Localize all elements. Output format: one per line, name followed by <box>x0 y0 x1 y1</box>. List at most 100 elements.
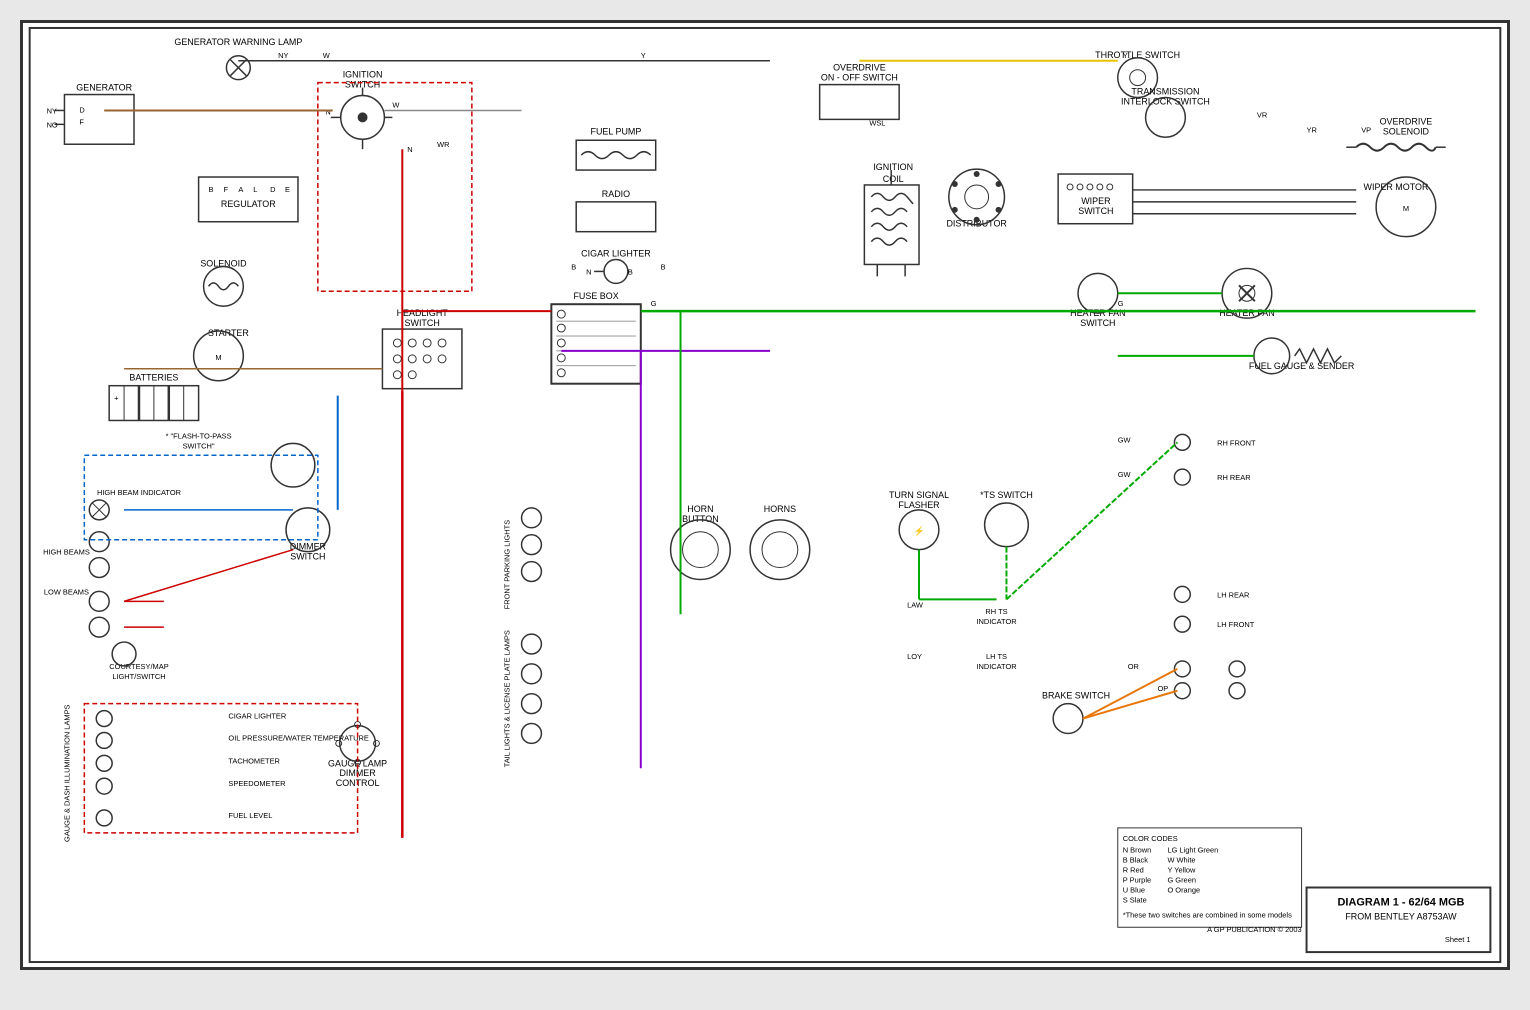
svg-text:Y Yellow: Y Yellow <box>1167 866 1196 875</box>
horn-button-label: HORN <box>687 504 713 514</box>
svg-text:W: W <box>392 100 399 109</box>
svg-text:W: W <box>323 51 330 60</box>
svg-text:SWITCH: SWITCH <box>405 318 440 328</box>
svg-text:L: L <box>253 185 257 194</box>
svg-text:LIGHT/SWITCH: LIGHT/SWITCH <box>112 672 165 681</box>
svg-text:WR: WR <box>437 140 450 149</box>
svg-text:ON - OFF SWITCH: ON - OFF SWITCH <box>821 73 898 83</box>
svg-text:G: G <box>1118 299 1124 308</box>
overdrive-solenoid-label: OVERDRIVE <box>1380 116 1433 126</box>
svg-text:SOLENOID: SOLENOID <box>1383 126 1430 136</box>
generator-warning-lamp-label: GENERATOR WARNING LAMP <box>174 37 302 47</box>
svg-text:SWITCH: SWITCH <box>1078 206 1113 216</box>
ignition-switch-label: IGNITION <box>343 70 383 80</box>
wiring-diagram: GENERATOR WARNING LAMP GENERATOR D F N Y … <box>20 20 1510 970</box>
oil-temp-label: OIL PRESSURE/WATER TEMPERATURE <box>228 733 368 742</box>
svg-text:D: D <box>270 185 276 194</box>
generator-label: GENERATOR <box>76 83 132 93</box>
ignition-coil-label: IGNITION <box>873 162 913 172</box>
svg-text:B: B <box>209 185 214 194</box>
cigar-lighter-label: CIGAR LIGHTER <box>581 249 651 259</box>
wiper-switch-label: WIPER <box>1081 196 1111 206</box>
rh-front-label: RH FRONT <box>1217 438 1256 447</box>
svg-text:SWITCH": SWITCH" <box>183 441 215 450</box>
lh-ts-indicator-label: LH TS <box>986 652 1007 661</box>
courtesy-map-label: COURTESY/MAP <box>109 662 168 671</box>
svg-text:E: E <box>285 185 290 194</box>
color-codes-title: COLOR CODES <box>1123 834 1178 843</box>
svg-text:A: A <box>238 185 243 194</box>
svg-text:B: B <box>661 262 666 271</box>
svg-text:INDICATOR: INDICATOR <box>976 662 1017 671</box>
rh-rear-label: RH REAR <box>1217 473 1251 482</box>
svg-text:G: G <box>651 299 657 308</box>
svg-text:N: N <box>586 267 591 276</box>
svg-text:INDICATOR: INDICATOR <box>976 617 1017 626</box>
svg-text:LOY: LOY <box>907 652 922 661</box>
svg-text:N Brown: N Brown <box>1123 846 1152 855</box>
overdrive-switch-label: OVERDRIVE <box>833 63 886 73</box>
regulator-label: REGULATOR <box>221 199 276 209</box>
svg-text:⚡: ⚡ <box>913 525 924 537</box>
svg-text:M: M <box>1403 204 1409 213</box>
svg-text:OR: OR <box>1128 662 1140 671</box>
svg-text:Y: Y <box>641 51 646 60</box>
svg-text:*These two switches are combin: *These two switches are combined in some… <box>1123 910 1292 919</box>
tachometer-label: TACHOMETER <box>228 756 280 765</box>
svg-text:W White: W White <box>1167 856 1195 865</box>
svg-text:S Slate: S Slate <box>1123 895 1147 904</box>
front-parking-lights-label: FRONT PARKING LIGHTS <box>503 520 512 609</box>
sheet-number: Sheet 1 <box>1445 935 1471 944</box>
svg-text:COIL: COIL <box>883 174 904 184</box>
turn-signal-flasher-label: TURN SIGNAL <box>889 490 949 500</box>
svg-text:NY: NY <box>278 51 288 60</box>
transmission-interlock-label: TRANSMISSION <box>1131 87 1199 97</box>
svg-text:SWITCH: SWITCH <box>1080 318 1115 328</box>
brake-switch-label: BRAKE SWITCH <box>1042 691 1110 701</box>
svg-text:G Green: G Green <box>1167 876 1196 885</box>
fuel-pump-label: FUEL PUMP <box>591 126 642 136</box>
svg-text:NO: NO <box>47 120 58 129</box>
svg-text:N: N <box>407 145 412 154</box>
svg-text:WSL: WSL <box>869 118 885 127</box>
svg-text:LAW: LAW <box>907 600 923 609</box>
svg-text:Y: Y <box>1123 51 1128 60</box>
svg-text:B Black: B Black <box>1123 856 1148 865</box>
lh-front-label: LH FRONT <box>1217 620 1255 629</box>
svg-text:FLASHER: FLASHER <box>898 500 940 510</box>
batteries-label: BATTERIES <box>129 373 178 383</box>
svg-text:LG Light Green: LG Light Green <box>1167 846 1218 855</box>
publication-info: A GP PUBLICATION © 2003 <box>1207 925 1302 934</box>
fuel-level-label: FUEL LEVEL <box>228 811 272 820</box>
svg-text:D: D <box>79 105 85 114</box>
rh-ts-indicator-label: RH TS <box>985 607 1007 616</box>
lh-rear-label: LH REAR <box>1217 590 1250 599</box>
svg-text:YR: YR <box>1307 125 1318 134</box>
high-beams-label: HIGH BEAMS <box>43 548 90 557</box>
flash-pass-label: * "FLASH-TO-PASS <box>166 431 232 440</box>
wiper-motor-label: WIPER MOTOR <box>1364 182 1429 192</box>
fuse-box-label: FUSE BOX <box>573 291 618 301</box>
svg-text:B: B <box>571 262 576 271</box>
headlight-switch-label: HEADLIGHT <box>397 308 449 318</box>
svg-text:U Blue: U Blue <box>1123 885 1145 894</box>
svg-text:GW: GW <box>1118 435 1131 444</box>
svg-text:OP: OP <box>1158 684 1169 693</box>
svg-text:NY: NY <box>47 106 57 115</box>
gauge-dash-label: GAUGE & DASH ILLUMINATION LAMPS <box>62 704 71 842</box>
svg-text:O Orange: O Orange <box>1167 885 1200 894</box>
svg-text:SWITCH: SWITCH <box>290 552 325 562</box>
cigar-lighter-gauge-label: CIGAR LIGHTER <box>228 712 286 721</box>
svg-text:F: F <box>223 185 228 194</box>
svg-text:+: + <box>114 394 118 403</box>
diagram-title: DIAGRAM 1 - 62/64 MGB <box>1338 896 1465 908</box>
svg-text:N: N <box>325 107 330 116</box>
svg-text:F: F <box>79 117 84 126</box>
fuel-gauge-label: FUEL GAUGE & SENDER <box>1249 361 1355 371</box>
svg-text:VR: VR <box>1257 110 1268 119</box>
speedometer-label: SPEEDOMETER <box>228 779 286 788</box>
svg-text:M: M <box>215 353 221 362</box>
svg-text:B: B <box>628 267 633 276</box>
svg-text:P Purple: P Purple <box>1123 876 1151 885</box>
svg-text:VP: VP <box>1361 125 1371 134</box>
